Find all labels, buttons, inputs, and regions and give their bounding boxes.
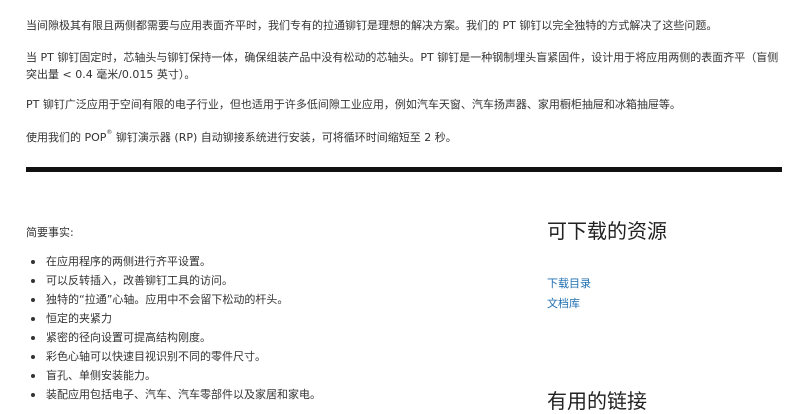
bullet-icon xyxy=(31,317,35,321)
intro-paragraph-2: 当 PT 铆钉固定时，芯轴头与铆钉保持一体，确保组装产品中没有松动的芯轴头。PT… xyxy=(26,51,779,81)
list-item-text: 恒定的夹紧力 xyxy=(46,312,112,325)
section-divider xyxy=(26,167,782,172)
bullet-icon xyxy=(31,260,35,264)
list-item: 在应用程序的两侧进行齐平设置。 xyxy=(26,252,321,271)
list-item-text: 装配应用包括电子、汽车、汽车零部件以及家居和家电。 xyxy=(46,388,321,401)
list-item-text: 在应用程序的两侧进行齐平设置。 xyxy=(46,255,211,268)
intro-p4-text-start: 使用我们的 POP xyxy=(26,131,107,144)
bullet-icon xyxy=(31,374,35,378)
bullet-icon xyxy=(31,355,35,359)
list-item: 彩色心轴可以快速目视识别不同的零件尺寸。 xyxy=(26,347,321,366)
list-item-text: 盲孔、单侧安装能力。 xyxy=(46,369,156,382)
list-item-text: 彩色心轴可以快速目视识别不同的零件尺寸。 xyxy=(46,350,266,363)
bullet-icon xyxy=(31,298,35,302)
intro-paragraph-4: 使用我们的 POP® 铆钉演示器 (RP) 自动铆接系统进行安装，可将循环时间缩… xyxy=(26,124,782,146)
intro-paragraph-1: 当间隙极其有限且两侧都需要与应用表面齐平时，我们专有的拉通铆钉是理想的解决方案。… xyxy=(26,19,718,32)
list-item: 独特的“拉通”心轴。应用中不会留下松动的杆头。 xyxy=(26,290,321,309)
list-item: 紧密的径向设置可提高结构刚度。 xyxy=(26,328,321,347)
list-item-text: 紧密的径向设置可提高结构刚度。 xyxy=(46,331,211,344)
list-item: 盲孔、单侧安装能力。 xyxy=(26,366,321,385)
list-item: 恒定的夹紧力 xyxy=(26,309,321,328)
list-item-text: 独特的“拉通”心轴。应用中不会留下松动的杆头。 xyxy=(46,293,289,306)
intro-p4-text-end: 铆钉演示器 (RP) 自动铆接系统进行安装，可将循环时间缩短至 2 秒。 xyxy=(112,131,457,144)
bullet-icon xyxy=(31,279,35,283)
list-item-text: 可以反转插入，改善铆钉工具的访问。 xyxy=(46,274,233,287)
facts-title: 简要事实: xyxy=(26,226,74,239)
list-item: 可以反转插入，改善铆钉工具的访问。 xyxy=(26,271,321,290)
bullet-icon xyxy=(31,336,35,340)
bullet-icon xyxy=(31,393,35,397)
list-item: 装配应用包括电子、汽车、汽车零部件以及家居和家电。 xyxy=(26,385,321,404)
document-library-link[interactable]: 文档库 xyxy=(547,295,580,311)
resources-title: 可下载的资源 xyxy=(547,219,667,243)
download-catalog-link[interactable]: 下载目录 xyxy=(547,275,591,291)
facts-list: 在应用程序的两侧进行齐平设置。 可以反转插入，改善铆钉工具的访问。 独特的“拉通… xyxy=(26,252,321,404)
useful-links-title: 有用的链接 xyxy=(547,389,647,413)
intro-paragraph-3: PT 铆钉广泛应用于空间有限的电子行业，但也适用于许多低间隙工业应用，例如汽车天… xyxy=(26,98,681,111)
